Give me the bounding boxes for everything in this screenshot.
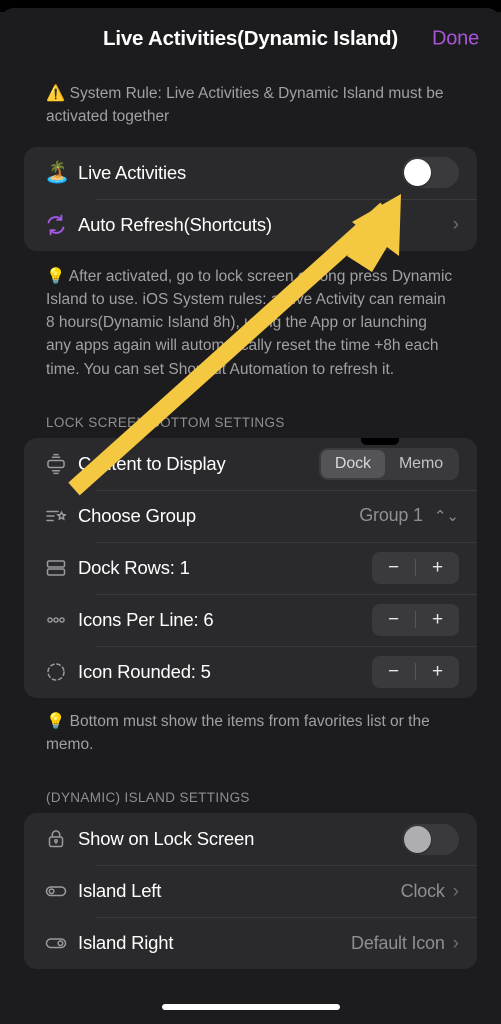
choose-group-value: Group 1	[359, 505, 423, 526]
content-type-segmented-control[interactable]: Dock Memo	[318, 447, 459, 480]
segment-dock[interactable]: Dock	[320, 449, 385, 478]
page-title: Live Activities(Dynamic Island)	[103, 27, 398, 50]
toggle-knob	[404, 825, 431, 853]
live-activities-toggle[interactable]	[402, 157, 459, 188]
refresh-icon	[44, 213, 78, 237]
info-note-text: After activated, go to lock screen or lo…	[46, 267, 453, 378]
row-show-on-lock-screen[interactable]: Show on Lock Screen	[24, 813, 477, 865]
dock-rows-stepper[interactable]: − +	[372, 551, 459, 584]
icon-rounded-stepper[interactable]: − +	[372, 655, 459, 688]
row-live-activities[interactable]: 🏝️ Live Activities	[24, 147, 477, 199]
segment-memo[interactable]: Memo	[385, 450, 457, 478]
sheet-header: Live Activities(Dynamic Island) Done	[0, 0, 501, 78]
bottom-note: 💡 Bottom must show the items from favori…	[0, 698, 501, 765]
toggle-left-icon	[44, 879, 78, 903]
home-indicator	[161, 1004, 340, 1010]
dynamic-island-notch	[361, 437, 399, 445]
live-activities-settings-sheet: Live Activities(Dynamic Island) Done ⚠️ …	[0, 0, 501, 1024]
bottom-note-text: Bottom must show the items from favorite…	[46, 712, 430, 753]
row-label-icons-per-line: Icons Per Line: 6	[78, 608, 214, 630]
icon-rounded-plus-button[interactable]: +	[416, 662, 459, 681]
row-label-icon-rounded: Icon Rounded: 5	[78, 660, 211, 682]
icon-rounded-minus-button[interactable]: −	[372, 662, 415, 681]
row-island-left[interactable]: Island Left Clock ›	[24, 865, 477, 917]
chevron-right-icon: ›	[452, 932, 459, 954]
row-island-right[interactable]: Island Right Default Icon ›	[24, 917, 477, 969]
island-section-header: (DYNAMIC) ISLAND SETTINGS	[46, 790, 250, 806]
island-emoji-icon: 🏝️	[44, 161, 71, 184]
live-activities-card: 🏝️ Live Activities Auto Refresh(Shortcut…	[24, 146, 477, 251]
lock-icon	[44, 827, 78, 851]
row-choose-group[interactable]: Choose Group Group 1 ⌃⌄	[24, 489, 477, 542]
dock-rows-plus-button[interactable]: +	[416, 558, 459, 577]
list-star-icon	[44, 504, 78, 528]
display-icon	[44, 452, 78, 476]
icons-per-line-minus-button[interactable]: −	[372, 610, 415, 629]
system-rule-note-text: System Rule: Live Activities & Dynamic I…	[46, 85, 444, 126]
lock-screen-card: Content to Display Dock Memo Choose Grou…	[24, 437, 477, 698]
row-label-island-right: Island Right	[78, 932, 174, 954]
row-dock-rows[interactable]: Dock Rows: 1 − +	[24, 541, 477, 594]
row-label-island-left: Island Left	[78, 880, 162, 902]
row-label-show-on-lock-screen: Show on Lock Screen	[78, 828, 255, 850]
row-label-live-activities: Live Activities	[78, 161, 187, 183]
row-content-to-display[interactable]: Content to Display Dock Memo	[24, 438, 477, 490]
lock-screen-section-header: LOCK SCREEN BOTTOM SETTINGS	[46, 414, 285, 430]
toggle-knob	[404, 159, 431, 186]
island-settings-card: Show on Lock Screen Island Left Clock ›	[24, 813, 477, 970]
rows-icon	[44, 556, 78, 580]
row-icons-per-line[interactable]: Icons Per Line: 6 − +	[24, 593, 477, 646]
lightbulb-icon: 💡	[46, 267, 66, 285]
up-down-chevron-icon: ⌃⌄	[433, 507, 459, 525]
dashed-circle-icon	[44, 660, 78, 684]
done-button[interactable]: Done	[432, 28, 479, 51]
dock-rows-minus-button[interactable]: −	[372, 558, 415, 577]
warning-triangle-icon: ⚠️	[46, 85, 66, 102]
island-right-value: Default Icon	[351, 932, 445, 953]
chevron-right-icon: ›	[452, 214, 459, 235]
icons-per-line-plus-button[interactable]: +	[416, 610, 459, 629]
icons-per-line-stepper[interactable]: − +	[372, 603, 459, 636]
show-on-lock-screen-toggle[interactable]	[402, 823, 459, 855]
row-label-auto-refresh: Auto Refresh(Shortcuts)	[78, 213, 272, 235]
row-label-content-to-display: Content to Display	[78, 452, 226, 474]
row-icon-rounded[interactable]: Icon Rounded: 5 − +	[24, 645, 477, 698]
dots-icon	[44, 608, 78, 632]
row-auto-refresh[interactable]: Auto Refresh(Shortcuts) ›	[24, 198, 477, 251]
system-rule-note: ⚠️ System Rule: Live Activities & Dynami…	[0, 78, 501, 147]
info-note: 💡 After activated, go to lock screen or …	[0, 251, 501, 389]
island-left-value: Clock	[400, 880, 445, 901]
chevron-right-icon: ›	[452, 880, 459, 902]
row-label-choose-group: Choose Group	[78, 504, 196, 526]
lightbulb-icon: 💡	[46, 712, 66, 730]
row-label-dock-rows: Dock Rows: 1	[78, 556, 190, 578]
toggle-right-icon	[44, 931, 78, 955]
